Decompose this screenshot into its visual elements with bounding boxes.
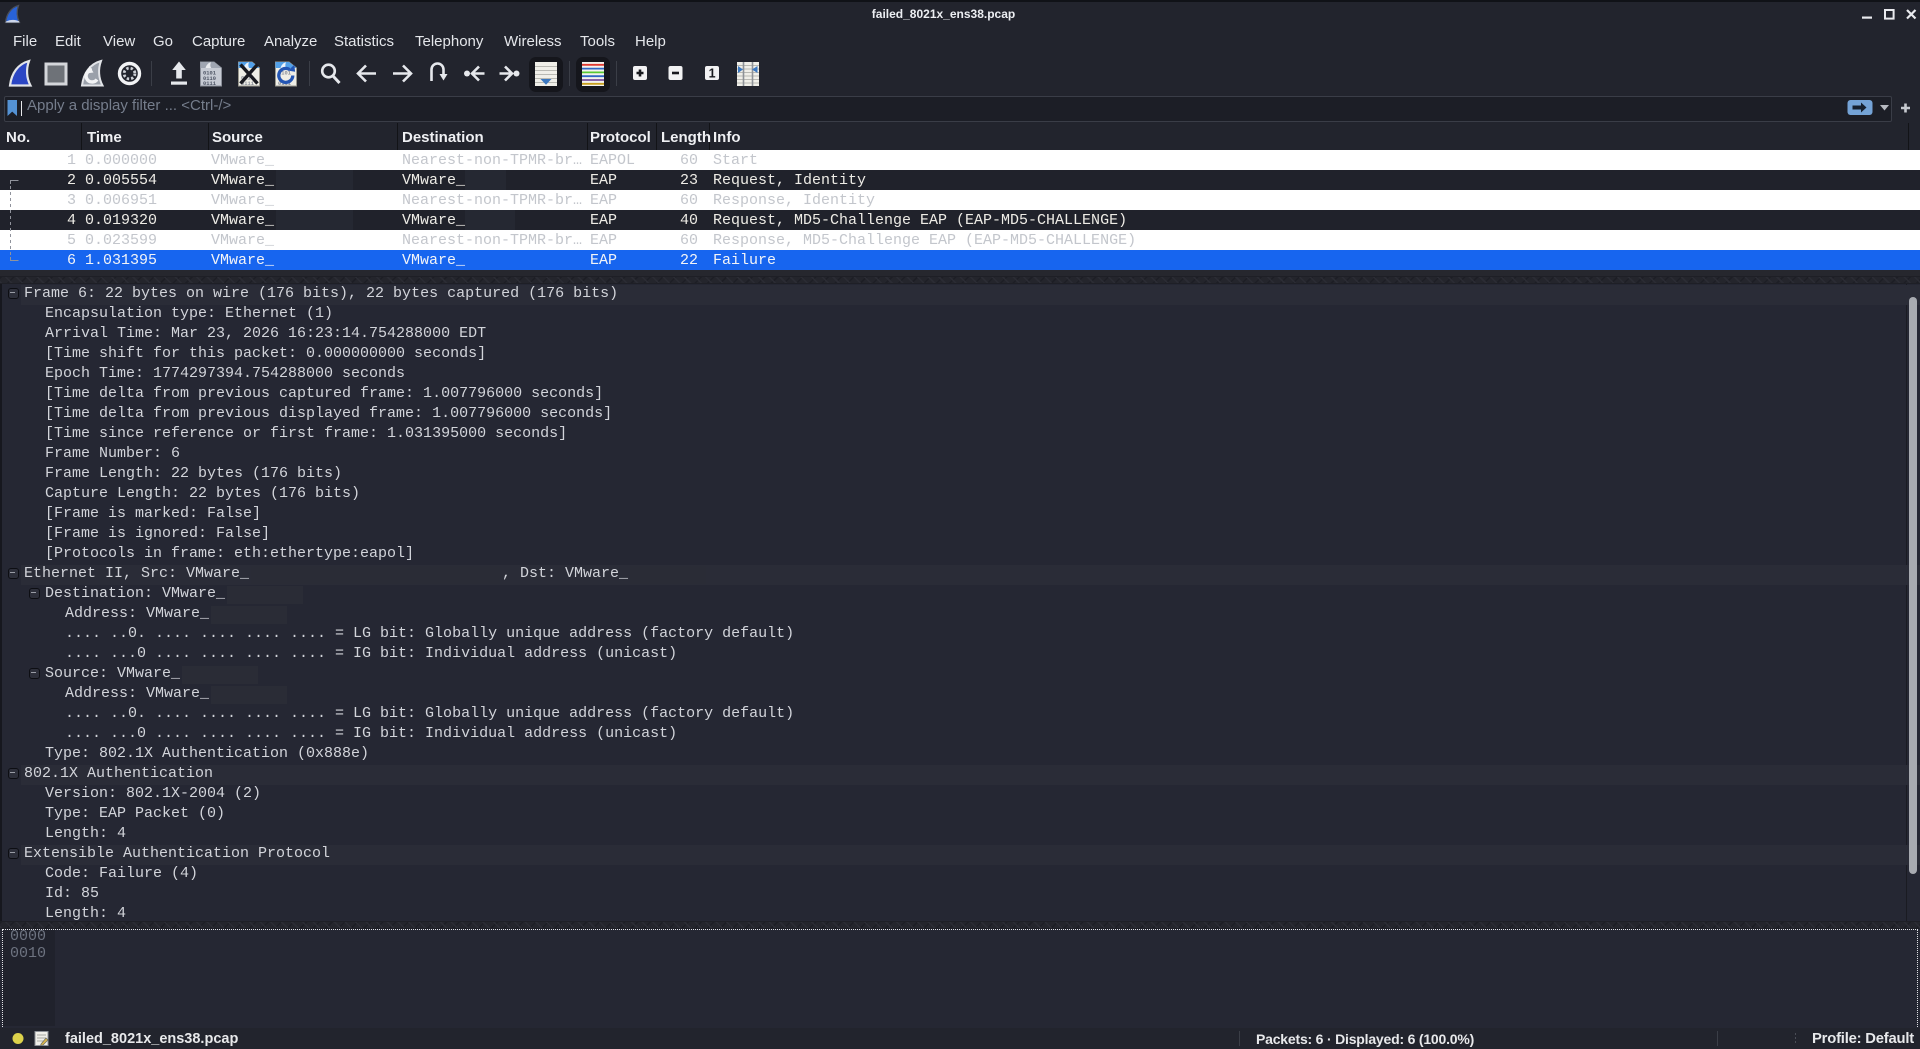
svg-text:0111: 0111 — [203, 81, 216, 87]
svg-text:1: 1 — [709, 67, 716, 81]
